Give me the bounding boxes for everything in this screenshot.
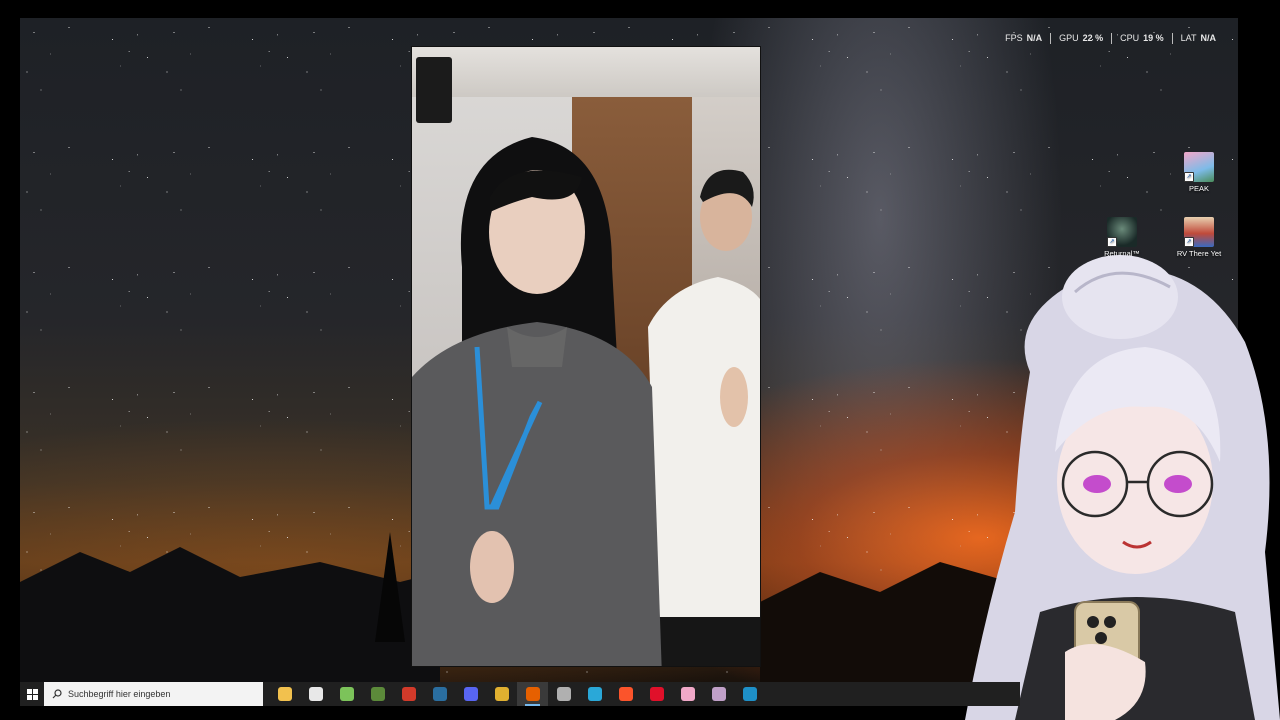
search-icon xyxy=(52,689,62,699)
performance-hud: FPS N/A GPU 22 % CPU 19 % LAT N/A xyxy=(997,31,1224,45)
hud-gpu: GPU 22 % xyxy=(1051,33,1111,43)
hud-fps: FPS N/A xyxy=(997,33,1050,43)
taskbar-pinned-apps xyxy=(269,682,765,706)
minecraft-icon xyxy=(370,687,385,701)
shortcut-arrow-icon: ↗ xyxy=(1107,237,1117,247)
rv-there-yet-game-icon: ↗ xyxy=(1184,217,1214,247)
search-placeholder: Suchbegriff hier eingeben xyxy=(68,689,171,699)
opera-icon xyxy=(649,687,664,701)
vtuber-avatar-overlay xyxy=(965,255,1280,720)
gpu-label: GPU xyxy=(1059,33,1079,43)
lat-label: LAT xyxy=(1180,33,1197,43)
microsoft-store-icon xyxy=(308,687,323,701)
chrome-icon xyxy=(494,687,509,701)
desktop-shortcut-peak[interactable]: ↗ PEAK xyxy=(1171,152,1227,193)
hud-cpu: CPU 19 % xyxy=(1112,33,1172,43)
video-background-speaker xyxy=(416,57,452,123)
android-app-icon xyxy=(339,687,354,701)
taskbar-app-android-app[interactable] xyxy=(331,682,362,706)
steam-2-icon xyxy=(742,687,757,701)
taskbar-app-microsoft-store[interactable] xyxy=(300,682,331,706)
fps-label: FPS xyxy=(1005,33,1023,43)
hud-lat: LAT N/A xyxy=(1173,33,1224,43)
taskbar-app-refresh-app[interactable] xyxy=(579,682,610,706)
reddit-like-app-icon xyxy=(401,687,416,701)
video-background-ceiling xyxy=(412,47,760,97)
lat-value: N/A xyxy=(1200,33,1217,43)
taskbar-app-reddit-like-app[interactable] xyxy=(393,682,424,706)
discord-icon xyxy=(463,687,478,701)
shortcut-arrow-icon: ↗ xyxy=(1184,237,1194,247)
desktop-icon-label: PEAK xyxy=(1188,184,1209,193)
clock-app-icon xyxy=(556,687,571,701)
brave-icon xyxy=(618,687,633,701)
taskbar-app-steam-2[interactable] xyxy=(734,682,765,706)
refresh-app-icon xyxy=(587,687,602,701)
returnal-game-icon: ↗ xyxy=(1107,217,1137,247)
steam-icon xyxy=(432,687,447,701)
file-explorer-icon xyxy=(277,687,292,701)
taskbar-app-steam[interactable] xyxy=(424,682,455,706)
fps-value: N/A xyxy=(1026,33,1043,43)
taskbar-app-opera[interactable] xyxy=(641,682,672,706)
heart-app-icon xyxy=(680,687,695,701)
cpu-value: 19 % xyxy=(1143,33,1164,43)
taskbar-app-firefox[interactable] xyxy=(517,682,548,706)
video-person-main xyxy=(412,137,662,666)
taskbar: Suchbegriff hier eingeben xyxy=(20,682,1020,706)
start-button[interactable] xyxy=(20,682,44,706)
firefox-icon xyxy=(525,687,540,701)
taskbar-app-brave[interactable] xyxy=(610,682,641,706)
pen-app-icon xyxy=(711,687,726,701)
taskbar-app-clock-app[interactable] xyxy=(548,682,579,706)
gpu-value: 22 % xyxy=(1082,33,1104,43)
taskbar-app-file-explorer[interactable] xyxy=(269,682,300,706)
taskbar-app-minecraft[interactable] xyxy=(362,682,393,706)
shortcut-arrow-icon: ↗ xyxy=(1184,172,1194,182)
taskbar-search-box[interactable]: Suchbegriff hier eingeben xyxy=(44,682,263,706)
taskbar-app-heart-app[interactable] xyxy=(672,682,703,706)
peak-game-icon: ↗ xyxy=(1184,152,1214,182)
video-player-window[interactable] xyxy=(411,46,761,667)
windows-logo-icon xyxy=(26,688,38,700)
taskbar-app-pen-app[interactable] xyxy=(703,682,734,706)
taskbar-app-chrome[interactable] xyxy=(486,682,517,706)
taskbar-app-discord[interactable] xyxy=(455,682,486,706)
cpu-label: CPU xyxy=(1120,33,1140,43)
